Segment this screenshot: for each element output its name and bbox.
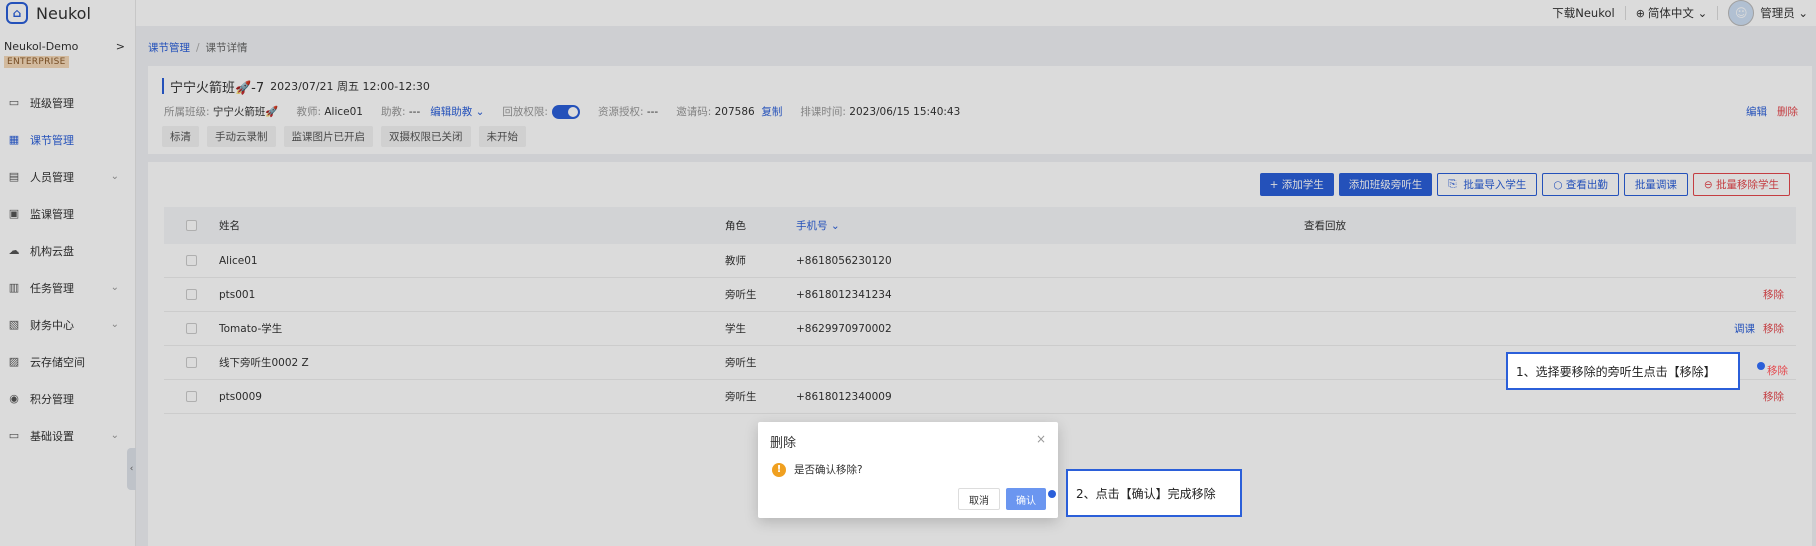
tutorial-callout-step1: 1、选择要移除的旁听生点击【移除】 xyxy=(1506,352,1740,390)
dialog-title: 删除 xyxy=(770,436,797,451)
callout-pointer-dot xyxy=(1048,490,1056,498)
confirm-remove-dialog: 删除 × ! 是否确认移除? 取消 确认 xyxy=(758,422,1058,518)
dialog-buttons: 取消 确认 xyxy=(952,488,1046,510)
warning-icon: ! xyxy=(772,462,786,477)
cancel-button[interactable]: 取消 xyxy=(958,488,1000,510)
dialog-message: 是否确认移除? xyxy=(794,464,863,476)
callout-text: 2、点击【确认】完成移除 xyxy=(1076,486,1216,501)
highlighted-remove-button[interactable]: 移除 xyxy=(1767,363,1788,378)
tutorial-callout-step2: 2、点击【确认】完成移除 xyxy=(1066,469,1242,517)
dialog-body: ! 是否确认移除? xyxy=(772,462,863,477)
close-icon[interactable]: × xyxy=(1036,432,1046,446)
confirm-button[interactable]: 确认 xyxy=(1006,488,1046,510)
callout-pointer-dot xyxy=(1757,362,1765,370)
callout-text: 1、选择要移除的旁听生点击【移除】 xyxy=(1516,364,1716,379)
